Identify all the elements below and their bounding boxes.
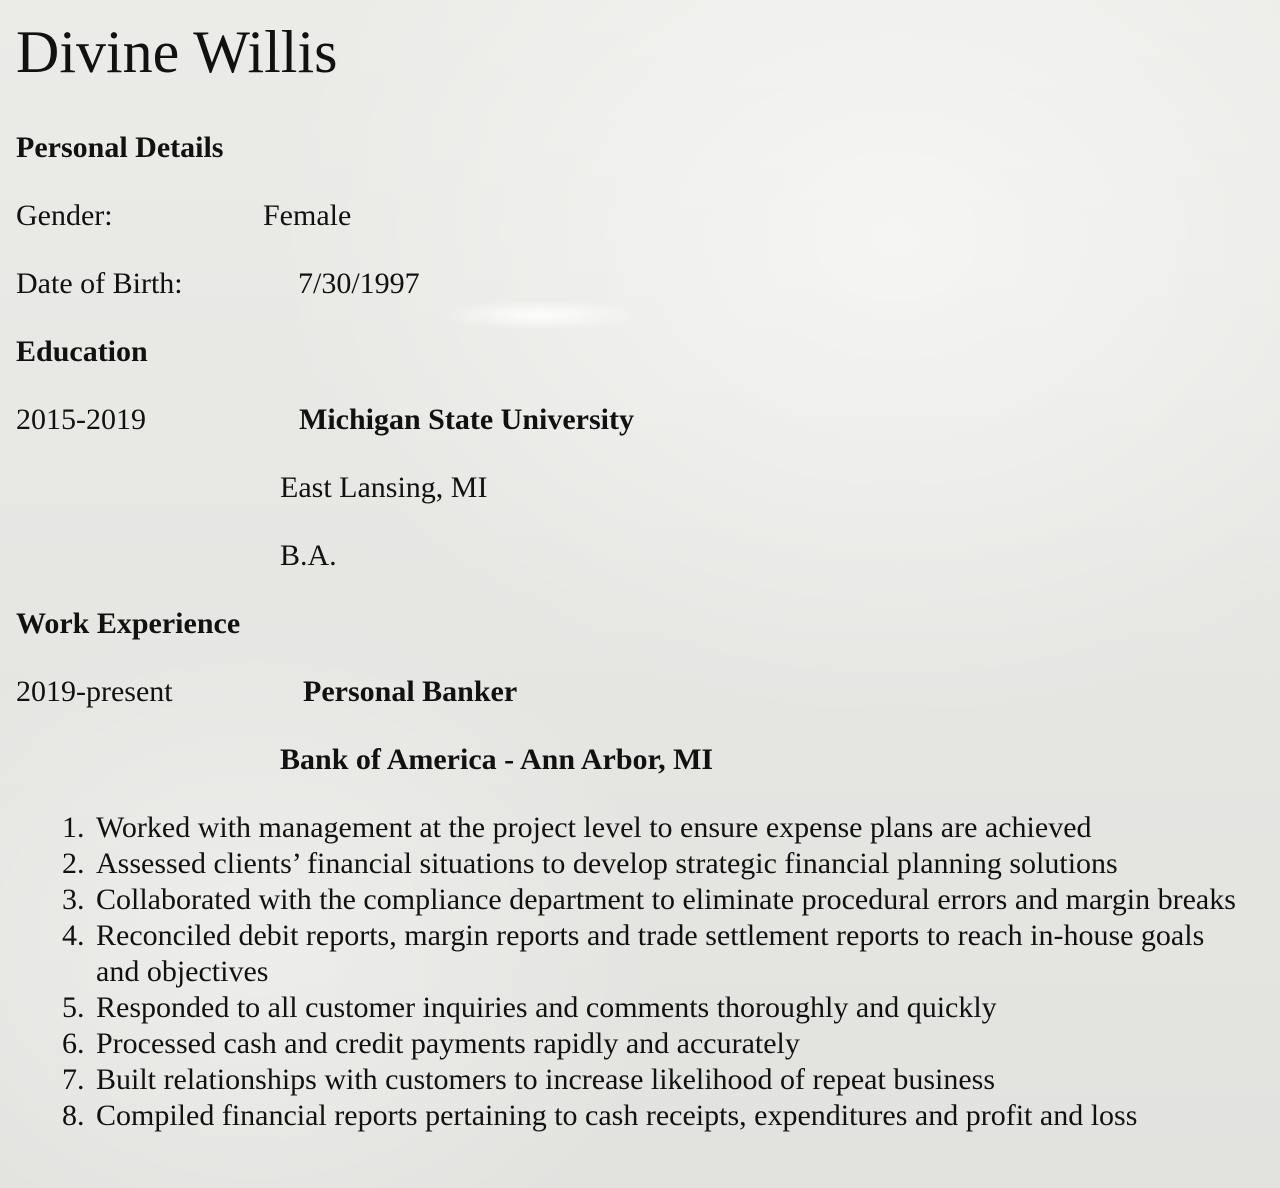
list-item: Processed cash and credit payments rapid… <box>62 1026 800 1062</box>
education-heading: Education <box>16 335 148 368</box>
education-years: 2015-2019 <box>16 403 146 436</box>
person-name: Divine Willis <box>16 19 338 85</box>
gender-value: Female <box>263 199 352 232</box>
work-experience-heading: Work Experience <box>16 607 241 640</box>
list-item: Collaborated with the compliance departm… <box>62 882 1236 918</box>
degree: B.A. <box>280 539 337 572</box>
list-item: Worked with management at the project le… <box>62 810 1092 846</box>
duties-list: Worked with management at the project le… <box>62 810 1246 1134</box>
paper-crease <box>440 300 640 330</box>
school-location: East Lansing, MI <box>280 471 488 504</box>
dob-value: 7/30/1997 <box>298 267 420 300</box>
dob-label: Date of Birth: <box>16 267 183 300</box>
work-years: 2019-present <box>16 675 173 708</box>
employer: Bank of America - Ann Arbor, MI <box>280 743 714 776</box>
list-item: Assessed clients’ financial situations t… <box>62 846 1118 882</box>
list-item: Responded to all customer inquiries and … <box>62 990 997 1026</box>
gender-label: Gender: <box>16 199 113 232</box>
school-name: Michigan State University <box>299 403 634 436</box>
list-item: Compiled financial reports pertaining to… <box>62 1098 1138 1134</box>
list-item: Built relationships with customers to in… <box>62 1062 995 1098</box>
list-item: Reconciled debit reports, margin reports… <box>62 918 1205 988</box>
job-title: Personal Banker <box>303 675 518 708</box>
personal-details-heading: Personal Details <box>16 131 224 164</box>
